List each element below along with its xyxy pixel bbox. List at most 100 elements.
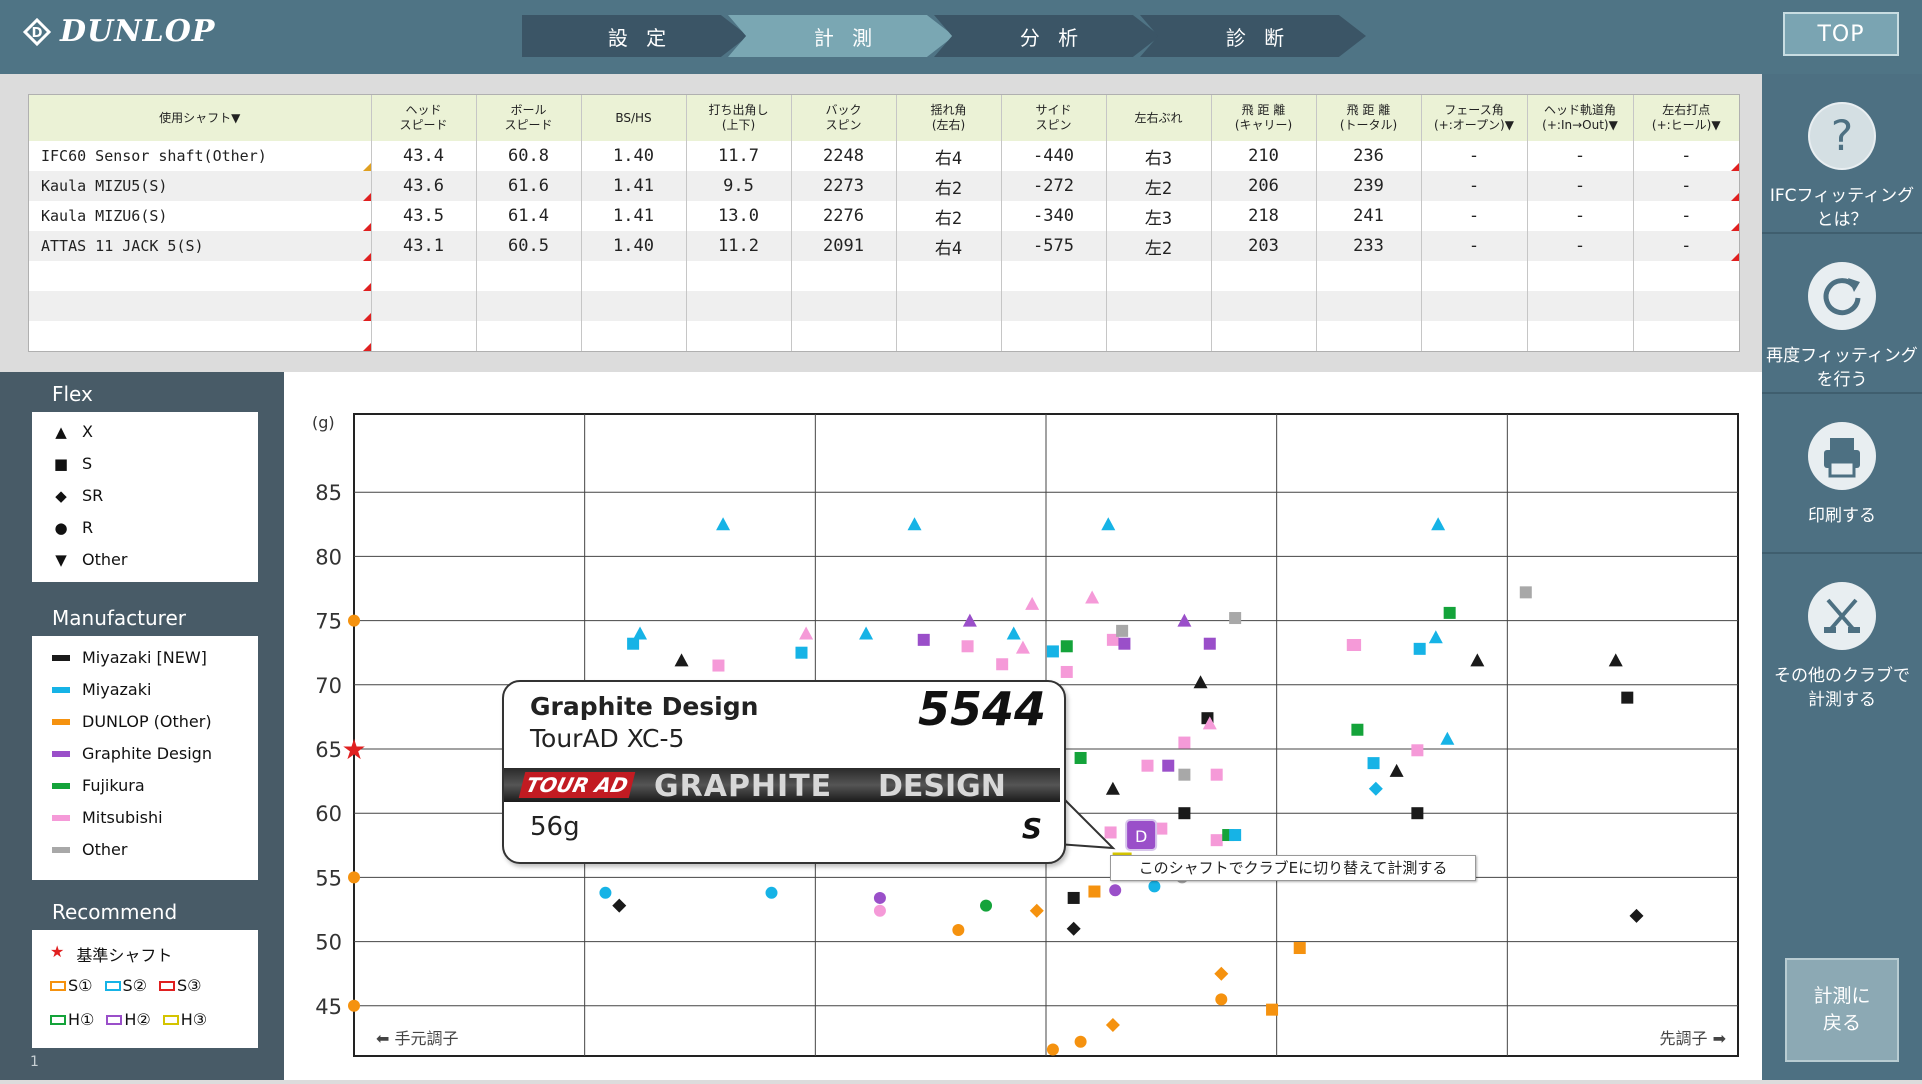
table-cell [1526, 291, 1633, 321]
color-swatch-icon [52, 782, 70, 789]
table-cell: 2248 [790, 141, 896, 171]
column-header[interactable]: 使用シャフト▼ [29, 95, 371, 141]
table-cell [1315, 291, 1421, 321]
cell-value: 61.6 [508, 176, 549, 196]
svg-text:D: D [32, 26, 43, 41]
table-row[interactable]: Kaula MIZU5(S) 43.6 61.6 1.41 9.5 2273 右2 -272 左… [29, 171, 1739, 201]
cell-value: - [1574, 236, 1586, 256]
cell-value: 2276 [823, 206, 864, 226]
flex-item-s[interactable]: ■ S [52, 454, 92, 473]
cell-value: 60.5 [508, 236, 549, 256]
step-diagnosis[interactable]: 診 断 [1140, 15, 1366, 57]
column-header: 揺れ角 (左右) [895, 95, 1001, 141]
data-point-square [1203, 637, 1216, 650]
data-point-square [1621, 691, 1634, 704]
row-marker-icon [1731, 163, 1739, 171]
cell-value: 右4 [934, 238, 963, 259]
flex-item-x[interactable]: ▲ X [52, 422, 93, 441]
color-swatch-icon [52, 686, 70, 693]
flex-legend: ▲ X ■ S ◆ SR ● R ▼ Other [32, 412, 258, 582]
recommend-item: S① [50, 976, 93, 995]
recommend-label: H③ [180, 1010, 208, 1029]
flex-item-other[interactable]: ▼ Other [52, 550, 127, 569]
table-row [29, 261, 1739, 291]
table-cell: 203 [1210, 231, 1316, 261]
print-button[interactable]: 印刷する [1762, 394, 1922, 554]
table-row[interactable]: IFC60 Sensor shaft(Other) 43.4 60.8 1.40 11.… [29, 141, 1739, 171]
measurement-table: 使用シャフト▼ ヘッド スピード ボール スピード BS/HS 打ち出角し (上下) バッ… [28, 94, 1740, 352]
manufacturer-item[interactable]: Graphite Design [52, 744, 212, 763]
table-cell: 1.41 [580, 201, 686, 231]
recommend-label: S② [122, 976, 148, 995]
data-point-circle [1109, 884, 1122, 897]
table-row[interactable]: ATTAS 11 JACK 5(S) 43.1 60.5 1.40 11.2 2091 右4… [29, 231, 1739, 261]
recommend-label: H② [124, 1010, 151, 1029]
flex-item-sr[interactable]: ◆ SR [52, 486, 103, 505]
column-header[interactable]: ヘッド軌道角 (+:In→Out)▼ [1526, 95, 1633, 141]
manufacturer-item[interactable]: Fujikura [52, 776, 145, 795]
column-header[interactable]: フェース角 (+:オープン)▼ [1420, 95, 1527, 141]
manufacturer-item[interactable]: Miyazaki [52, 680, 151, 699]
step-label: 分 析 [1019, 25, 1085, 50]
step-measure[interactable]: 計 測 [728, 15, 954, 57]
axis-marker-dot [348, 999, 360, 1012]
cell-value: 11.2 [718, 236, 759, 256]
refresh-icon [1808, 262, 1876, 330]
cell-value: - [1468, 206, 1480, 226]
cell-value: 右2 [934, 208, 963, 229]
flex-item-r[interactable]: ● R [52, 518, 93, 537]
manufacturer-item[interactable]: DUNLOP (Other) [52, 712, 212, 731]
cell-value: -575 [1033, 236, 1074, 256]
table-cell [1000, 291, 1106, 321]
step-analysis[interactable]: 分 析 [934, 15, 1160, 57]
y-tick-label: 65 [315, 738, 342, 762]
other-club-button[interactable]: その他のクラブで 計測する [1762, 554, 1922, 712]
table-cell: 43.5 [370, 201, 476, 231]
table-cell [370, 291, 476, 321]
row-marker-icon [362, 163, 371, 171]
cell-value: 43.4 [403, 146, 444, 166]
triangle-down-icon: ▼ [55, 550, 67, 569]
table-cell [1420, 261, 1527, 291]
table-row[interactable]: Kaula MIZU6(S) 43.5 61.4 1.41 13.0 2276 右2 -340… [29, 201, 1739, 231]
shaft-name-cell: Kaula MIZU6(S) [29, 201, 371, 231]
step-label: 計 測 [813, 25, 879, 50]
table-cell: 右2 [895, 171, 1001, 201]
printer-icon [1808, 422, 1876, 490]
manufacturer-item[interactable]: Mitsubishi [52, 808, 163, 827]
data-point-square [1443, 606, 1456, 619]
data-point-square [627, 637, 640, 650]
step-settings[interactable]: 設 定 [522, 15, 748, 57]
recommend-item: H② [106, 1010, 151, 1029]
manufacturer-item[interactable]: Other [52, 840, 127, 859]
cell-value: 2248 [823, 146, 864, 166]
ifc-about-button[interactable]: ? IFCフィッティング とは？ [1762, 74, 1922, 234]
dunlop-emblem-icon: D [22, 17, 52, 46]
flex-label: SR [82, 486, 104, 505]
table-cell: 2273 [790, 171, 896, 201]
design-logo: DESIGN [878, 769, 1006, 804]
shaft-name-cell: Kaula MIZU5(S) [29, 171, 371, 201]
refit-button[interactable]: 再度フィッティング を行う [1762, 234, 1922, 394]
column-header: サイド スピン [1000, 95, 1106, 141]
table-cell [475, 321, 581, 351]
y-tick-label: 80 [315, 545, 342, 569]
star-icon: ★ [50, 942, 65, 961]
top-button[interactable]: TOP [1783, 12, 1899, 56]
cell-value: 1.40 [613, 236, 654, 256]
table-cell [370, 261, 476, 291]
data-point-circle [980, 899, 993, 912]
table-cell: - [1632, 201, 1739, 231]
table-cell [1105, 261, 1211, 291]
data-point-circle [765, 886, 778, 899]
column-header: バック スピン [790, 95, 896, 141]
tooltip-model: TourAD XC-5 [530, 724, 685, 753]
back-to-measure-button[interactable]: 計測に 戻る [1785, 958, 1899, 1062]
table-cell: 右4 [895, 141, 1001, 171]
manufacturer-legend: Miyazaki [NEW] Miyazaki DUNLOP (Other) Grap… [32, 636, 258, 880]
shaft-logo-band: TOUR AD GRAPHITE DESIGN [504, 768, 1060, 804]
other-club-label: その他のクラブで 計測する [1774, 666, 1910, 710]
column-header[interactable]: 左右打点 (+:ヒール)▼ [1632, 95, 1739, 141]
manufacturer-item[interactable]: Miyazaki [NEW] [52, 648, 207, 667]
switch-club-hint[interactable]: このシャフトでクラブEに切り替えて計測する [1110, 855, 1476, 881]
